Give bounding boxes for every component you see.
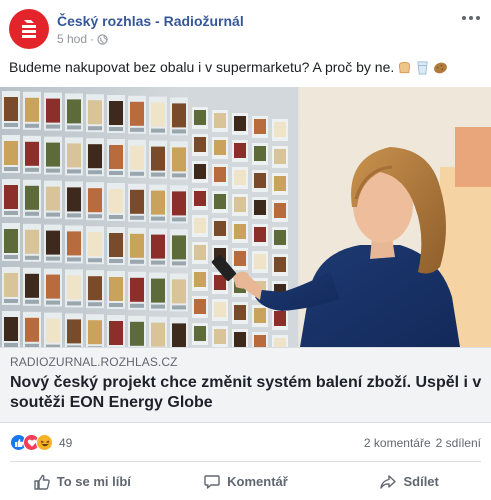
page-name-link[interactable]: Český rozhlas - Radiožurnál <box>57 13 244 29</box>
post-meta: 5 hod · <box>57 32 108 46</box>
page-avatar[interactable] <box>9 9 49 49</box>
bread-icon <box>398 61 411 74</box>
cesky-rozhlas-logo <box>22 20 36 38</box>
haha-icon <box>36 434 53 451</box>
reaction-count: 49 <box>59 435 73 450</box>
post-actions: To se mi líbí Komentář Sdílet <box>0 463 491 500</box>
more-dot-icon <box>462 16 466 20</box>
link-title[interactable]: Nový český projekt chce změnit systém ba… <box>10 373 482 413</box>
more-dot-icon <box>476 16 480 20</box>
link-preview-image[interactable] <box>0 87 491 347</box>
link-preview-info[interactable]: RADIOZURNAL.ROZHLAS.CZ Nový český projek… <box>0 347 491 423</box>
thumbs-up-icon <box>34 474 50 490</box>
post-text: Budeme nakupovat bez obalu i v supermark… <box>9 59 395 75</box>
comment-button[interactable]: Komentář <box>164 463 328 500</box>
comment-label: Komentář <box>227 474 288 489</box>
more-options-button[interactable] <box>461 11 481 25</box>
more-dot-icon <box>469 16 473 20</box>
share-button[interactable]: Sdílet <box>327 463 491 500</box>
globe-icon <box>97 33 108 45</box>
reactions-summary[interactable]: 49 <box>10 434 72 451</box>
comments-count-link[interactable]: 2 komentáře <box>364 436 431 450</box>
post-time[interactable]: 5 hod <box>57 32 87 46</box>
cup-icon <box>417 61 428 75</box>
share-label: Sdílet <box>403 474 439 489</box>
comment-icon <box>204 474 220 489</box>
actions-divider <box>10 461 481 462</box>
link-domain: RADIOZURNAL.ROZHLAS.CZ <box>10 355 178 369</box>
meta-separator: · <box>90 32 95 46</box>
shares-count-link[interactable]: 2 sdílení <box>436 436 481 450</box>
post-emojis <box>397 60 448 75</box>
like-button[interactable]: To se mi líbí <box>0 463 164 500</box>
like-label: To se mi líbí <box>56 474 131 489</box>
engagement-counts: 2 komentáře 2 sdílení <box>364 436 481 450</box>
share-icon <box>380 474 397 489</box>
potato-icon <box>434 62 447 74</box>
facebook-post: Český rozhlas - Radiožurnál 5 hod · Bude… <box>0 0 491 500</box>
